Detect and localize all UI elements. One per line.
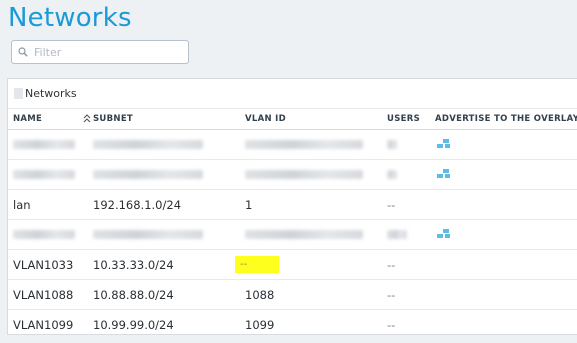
column-label: NAME — [13, 114, 43, 124]
table-row[interactable] — [8, 159, 577, 190]
filter-input[interactable] — [34, 45, 174, 59]
cell-vlan-id: 1099 — [245, 310, 387, 340]
table-row[interactable]: lan 192.168.1.0/24 1 -- — [8, 189, 577, 220]
cell-text: VLAN1099 — [13, 317, 74, 332]
cell-text: 1 — [245, 197, 253, 212]
cell-advertise — [435, 249, 577, 280]
cell-advertise — [435, 310, 577, 340]
panel-title: Networks — [25, 87, 77, 100]
cell-text: VLAN1033 — [13, 257, 74, 272]
redacted-value — [93, 169, 203, 179]
cell-vlan-id: 1 — [245, 189, 387, 220]
column-header-name[interactable]: NAME — [8, 109, 93, 130]
cell-advertise — [435, 279, 577, 310]
cell-name: VLAN1099 — [8, 310, 93, 340]
cell-advertise — [435, 129, 577, 160]
cell-text: -- — [387, 287, 396, 302]
table-row[interactable]: VLAN1099 10.99.99.0/24 1099 -- — [8, 310, 577, 340]
redacted-value — [387, 139, 397, 149]
overlay-icon — [437, 168, 451, 179]
table-row[interactable] — [8, 219, 577, 250]
cell-text: -- — [387, 317, 396, 332]
cell-advertise — [435, 219, 577, 250]
cell-subnet — [93, 159, 245, 190]
cell-text: -- — [387, 197, 396, 212]
document-icon — [14, 88, 23, 99]
cell-name — [8, 159, 93, 190]
cell-vlan-id: 1088 — [245, 279, 387, 310]
overlay-icon — [437, 228, 451, 239]
search-icon — [18, 47, 28, 57]
redacted-value — [245, 139, 363, 149]
highlighted-value: -- — [235, 256, 279, 273]
redacted-value — [387, 169, 397, 179]
cell-users: -- — [387, 279, 435, 310]
cell-vlan-id: -- — [235, 249, 387, 280]
cell-users — [387, 219, 435, 250]
cell-users: -- — [387, 189, 435, 220]
cell-name: VLAN1033 — [8, 249, 93, 280]
redacted-value — [93, 229, 203, 239]
cell-text: 1088 — [245, 287, 275, 302]
cell-subnet: 10.33.33.0/24 — [93, 249, 245, 280]
redacted-value — [245, 229, 363, 239]
panel-header: Networks — [8, 79, 577, 109]
table-row[interactable] — [8, 129, 577, 160]
cell-name — [8, 219, 93, 250]
cell-vlan-id — [245, 219, 387, 250]
page-title: Networks — [8, 3, 132, 33]
filter-box[interactable] — [11, 40, 189, 64]
cell-text: 10.88.88.0/24 — [93, 287, 174, 302]
cell-users: -- — [387, 310, 435, 340]
column-header-vlan-id[interactable]: VLAN ID — [245, 109, 387, 130]
cell-text: -- — [387, 257, 396, 272]
cell-subnet: 192.168.1.0/24 — [93, 189, 245, 220]
cell-vlan-id — [245, 129, 387, 160]
cell-users: -- — [387, 249, 435, 280]
cell-text: lan — [13, 197, 31, 212]
cell-users — [387, 159, 435, 190]
cell-users — [387, 129, 435, 160]
table-header-row: NAME SUBNET VLAN ID USERS ADVERTISE TO T… — [8, 109, 577, 130]
networks-table: NAME SUBNET VLAN ID USERS ADVERTISE TO T… — [8, 109, 577, 339]
redacted-value — [245, 169, 363, 179]
cell-subnet — [93, 129, 245, 160]
cell-advertise — [435, 159, 577, 190]
redacted-value — [93, 139, 203, 149]
column-header-users[interactable]: USERS — [387, 109, 435, 130]
cell-advertise — [435, 189, 577, 220]
cell-text: 192.168.1.0/24 — [93, 197, 182, 212]
cell-text: VLAN1088 — [13, 287, 74, 302]
cell-subnet: 10.99.99.0/24 — [93, 310, 245, 340]
cell-subnet: 10.88.88.0/24 — [93, 279, 245, 310]
redacted-value — [387, 229, 407, 239]
redacted-value — [13, 139, 75, 149]
cell-text: 10.99.99.0/24 — [93, 317, 174, 332]
overlay-icon — [437, 138, 451, 149]
cell-name: lan — [8, 189, 93, 220]
redacted-value — [13, 229, 75, 239]
table-row[interactable]: VLAN1033 10.33.33.0/24 -- -- — [8, 249, 577, 280]
sort-ascending-icon[interactable] — [83, 114, 91, 123]
cell-name — [8, 129, 93, 160]
column-header-subnet[interactable]: SUBNET — [93, 109, 245, 130]
cell-vlan-id — [245, 159, 387, 190]
cell-subnet — [93, 219, 245, 250]
cell-text: 1099 — [245, 317, 275, 332]
networks-panel: Networks NAME SUBNET VLAN ID USERS ADVER… — [7, 78, 577, 335]
cell-name: VLAN1088 — [8, 279, 93, 310]
column-header-advertise[interactable]: ADVERTISE TO THE OVERLAY — [435, 109, 577, 130]
table-row[interactable]: VLAN1088 10.88.88.0/24 1088 -- — [8, 279, 577, 310]
cell-text: 10.33.33.0/24 — [93, 257, 174, 272]
redacted-value — [13, 169, 75, 179]
